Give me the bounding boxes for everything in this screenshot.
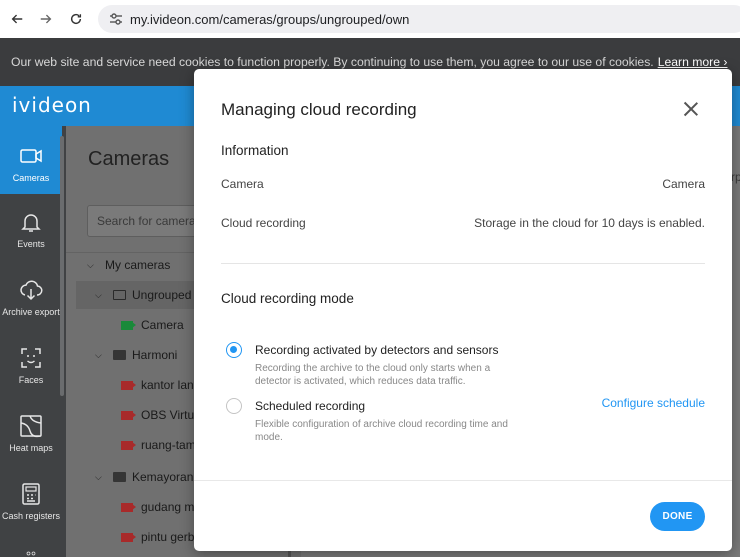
tree-label: pintu gerba — [141, 530, 202, 544]
heat-map-icon — [20, 415, 42, 438]
cloud-recording-value: Storage in the cloud for 10 days is enab… — [474, 216, 705, 230]
cloud-recording-label: Cloud recording — [221, 216, 306, 230]
footer-divider — [194, 480, 732, 481]
info-heading: Information — [221, 143, 289, 158]
detector-recording-desc: Recording the archive to the cloud only … — [255, 363, 491, 387]
chevron-down-icon[interactable]: ⌵ — [95, 472, 105, 483]
arrow-right-icon[interactable] — [31, 4, 61, 34]
tree-label: Harmoni — [132, 348, 178, 362]
people-icon — [26, 551, 36, 556]
panel-title: Cameras — [88, 148, 170, 170]
tune-icon[interactable] — [108, 11, 124, 27]
bell-icon — [21, 214, 41, 232]
camera-offline-icon — [121, 502, 136, 512]
cloud-download-icon — [20, 280, 43, 301]
nav-archive-export[interactable]: Archive export — [0, 262, 62, 330]
camera-icon — [20, 149, 42, 163]
tree-label: My cameras — [105, 258, 171, 272]
nav-cash-registers[interactable]: Cash registers — [0, 466, 62, 538]
cookie-text: Our web site and service need cookies to… — [11, 55, 654, 69]
tree-label: Kemayoran — [132, 470, 194, 484]
nav-cash-registers-label: Cash registers — [1, 511, 61, 521]
tree-label: kantor lant — [141, 378, 198, 392]
camera-offline-icon — [121, 410, 136, 420]
face-scan-icon — [21, 348, 41, 368]
nav-archive-export-label: Archive export — [2, 307, 60, 317]
address-bar[interactable]: my.ivideon.com/cameras/groups/ungrouped/… — [98, 5, 740, 33]
ivideon-logo[interactable]: ivideon — [12, 93, 92, 117]
url-text: my.ivideon.com/cameras/groups/ungrouped/… — [130, 11, 410, 27]
nav-events[interactable]: Events — [0, 194, 62, 262]
tree-label: Camera — [141, 318, 184, 332]
camera-offline-icon — [121, 380, 136, 390]
nav-faces-label: Faces — [18, 375, 44, 385]
left-navigation: Cameras Events Archive export Faces Heat… — [0, 126, 66, 557]
arrow-left-icon[interactable] — [2, 4, 32, 34]
background-fragment: rp — [731, 170, 740, 184]
divider — [221, 263, 705, 264]
camera-search-input[interactable]: Search for cameras — [87, 205, 207, 237]
browser-toolbar: my.ivideon.com/cameras/groups/ungrouped/… — [0, 0, 740, 38]
folder-icon — [113, 472, 126, 482]
done-button[interactable]: DONE — [650, 502, 705, 531]
cash-register-icon — [22, 483, 40, 505]
modal-title: Managing cloud recording — [221, 100, 417, 119]
rail-scrollbar[interactable] — [60, 136, 64, 396]
tree-label: gudang ma — [141, 500, 202, 514]
camera-online-icon — [121, 320, 136, 330]
camera-value: Camera — [662, 177, 705, 191]
nav-cameras-label: Cameras — [12, 173, 50, 183]
panel-scrollbar[interactable] — [288, 550, 291, 557]
chevron-down-icon[interactable]: ⌵ — [87, 260, 97, 271]
detector-recording-radio[interactable] — [226, 342, 242, 358]
chevron-down-icon[interactable]: ⌵ — [95, 350, 105, 361]
mode-heading: Cloud recording mode — [221, 291, 354, 306]
nav-heat-maps[interactable]: Heat maps — [0, 398, 62, 466]
detector-recording-title[interactable]: Recording activated by detectors and sen… — [255, 343, 498, 357]
close-icon[interactable] — [684, 102, 698, 116]
reload-icon[interactable] — [61, 4, 91, 34]
scheduled-recording-radio[interactable] — [226, 398, 242, 414]
nav-events-label: Events — [17, 239, 45, 249]
camera-label: Camera — [221, 177, 264, 191]
nav-faces[interactable]: Faces — [0, 330, 62, 398]
folder-icon — [113, 350, 126, 360]
nav-cameras[interactable]: Cameras — [0, 126, 62, 194]
scheduled-recording-title[interactable]: Scheduled recording — [255, 399, 365, 413]
camera-offline-icon — [121, 440, 136, 450]
tree-label: Ungrouped — [132, 288, 192, 302]
chevron-down-icon[interactable]: ⌵ — [95, 290, 105, 301]
configure-schedule-link[interactable]: Configure schedule — [602, 396, 705, 410]
camera-offline-icon — [121, 532, 136, 542]
nav-more[interactable] — [0, 540, 62, 557]
learn-more-link[interactable]: Learn more › — [658, 55, 728, 69]
tree-label: OBS Virtua — [141, 408, 201, 422]
folder-icon — [113, 290, 126, 300]
cloud-recording-modal: Managing cloud recording Information Cam… — [194, 69, 732, 551]
scheduled-recording-desc: Flexible configuration of archive cloud … — [255, 419, 508, 443]
nav-heat-maps-label: Heat maps — [9, 443, 53, 453]
